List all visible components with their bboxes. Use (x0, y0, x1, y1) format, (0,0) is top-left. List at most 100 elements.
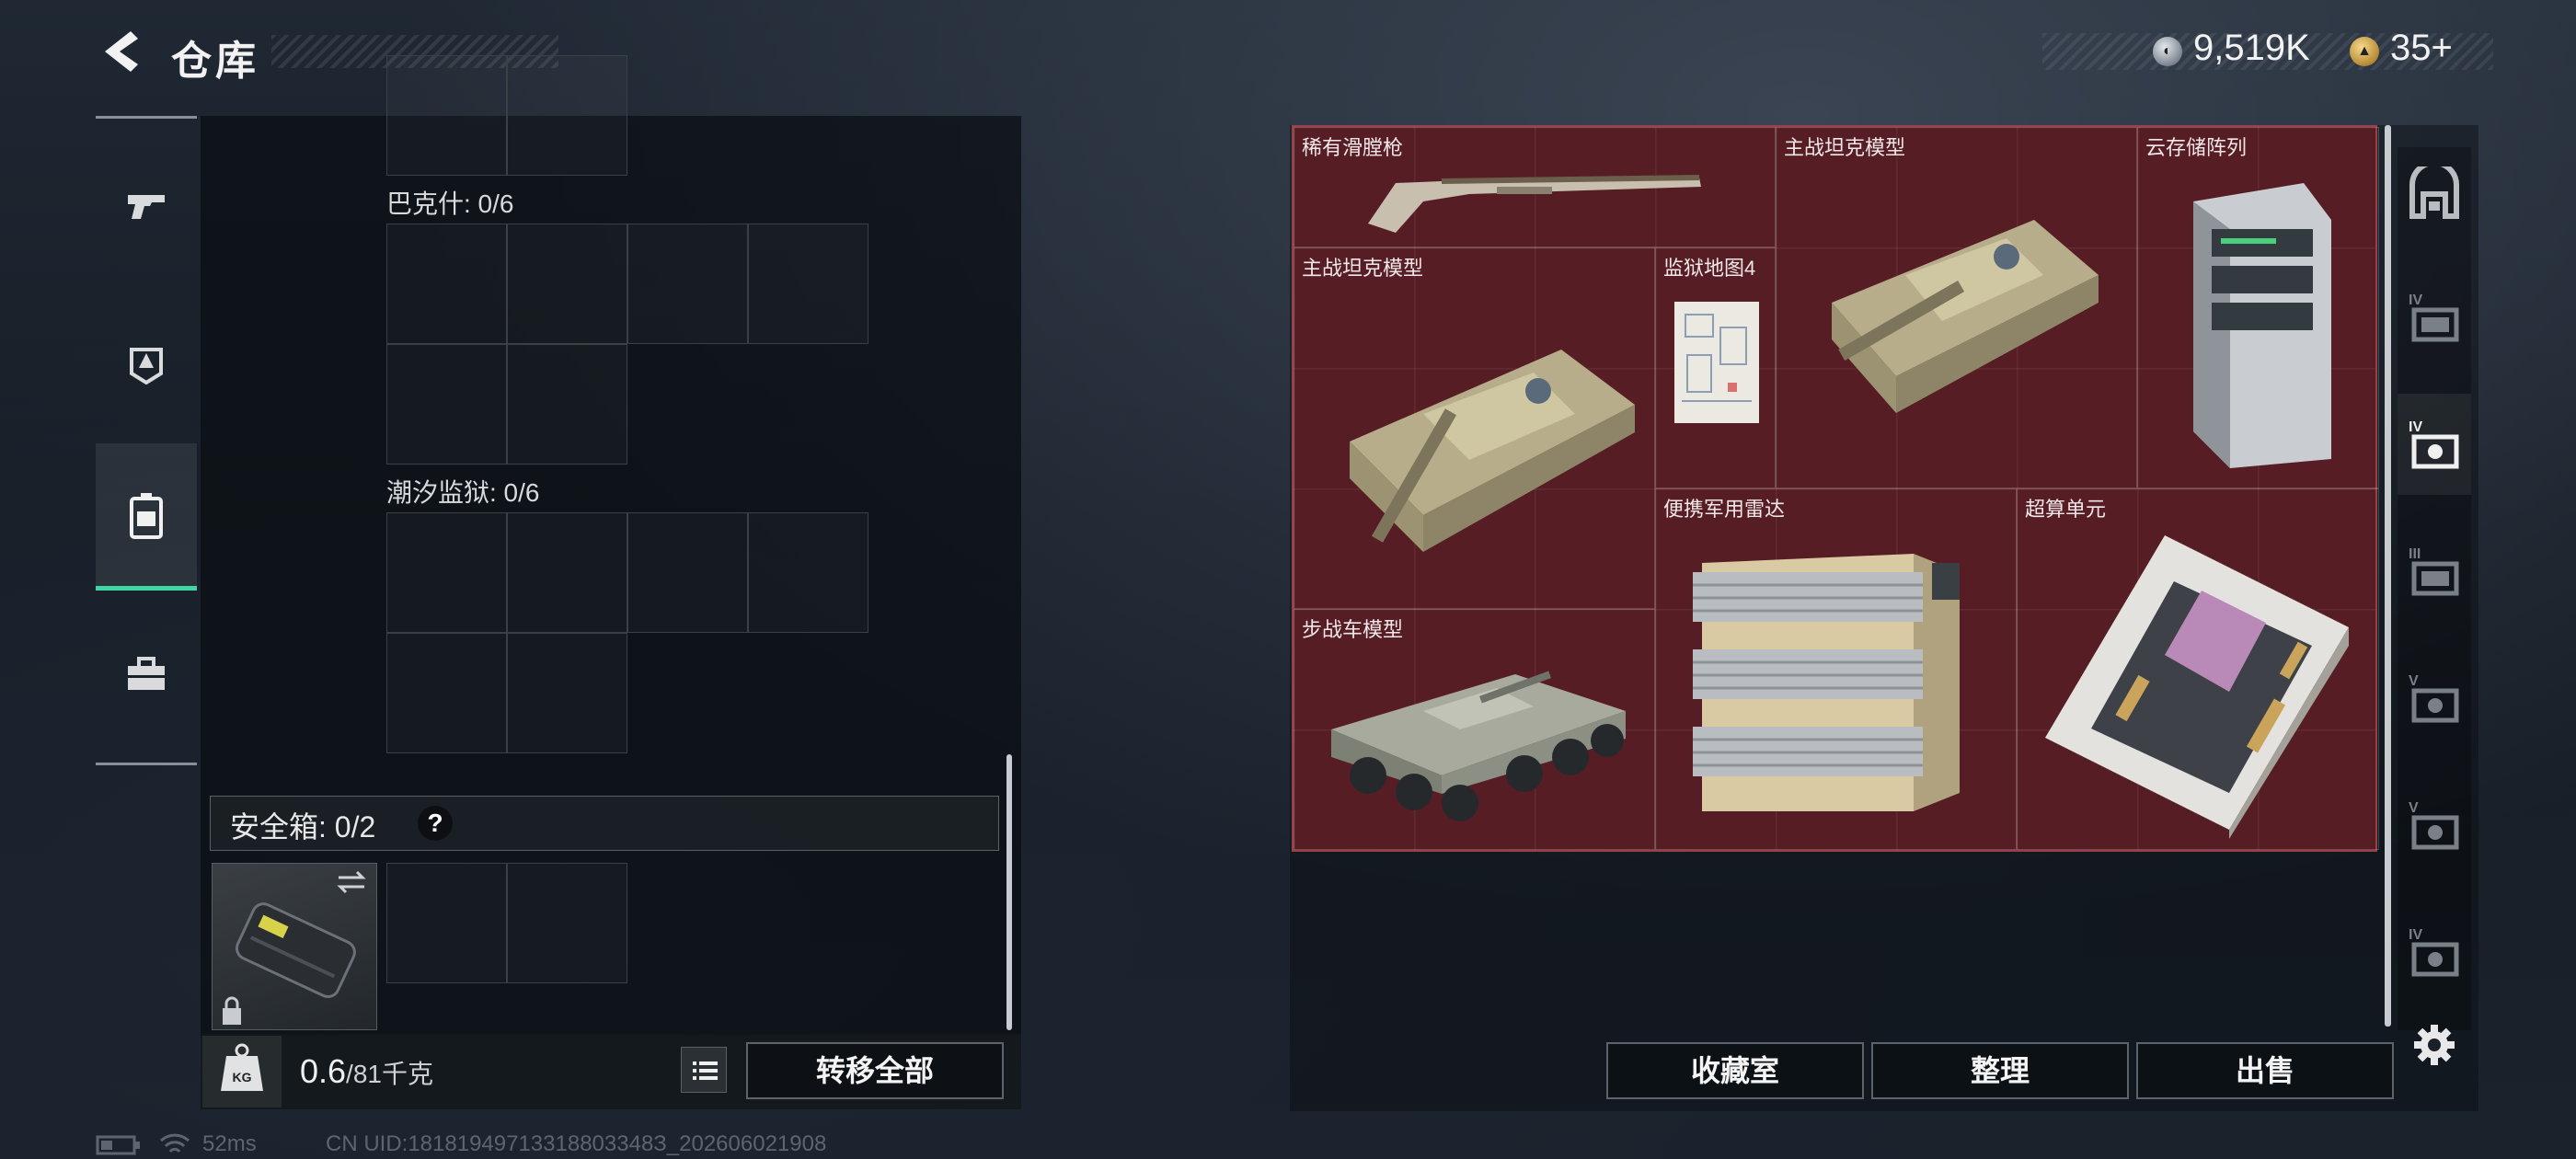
svg-text:IV: IV (2409, 293, 2422, 308)
rail-item-weapons[interactable] (96, 153, 197, 259)
tank-icon (1832, 220, 2099, 413)
tier-v-case-icon: V (2409, 800, 2459, 850)
grid-slot[interactable] (386, 344, 507, 465)
section-label-bakhsh: 巴克什: 0/6 (386, 189, 514, 218)
container-tab-tier-iii[interactable]: III (2398, 521, 2471, 622)
stash-item-tank-model[interactable]: 主战坦克模型 (1776, 127, 2137, 488)
grid-slot[interactable] (748, 224, 868, 344)
musket-icon (1368, 175, 1701, 233)
item-label: 主战坦克模型 (1784, 136, 1906, 159)
grid-slot[interactable] (627, 224, 748, 344)
gear-icon[interactable] (2412, 1023, 2456, 1067)
container-tab-tier-iv-active[interactable]: IV (2398, 394, 2471, 495)
stash-scrollbar[interactable] (2385, 125, 2391, 1027)
help-icon[interactable]: ? (418, 806, 453, 841)
helmet-icon (130, 348, 163, 384)
grid-slot[interactable] (507, 344, 627, 465)
ifv-icon (1331, 671, 1626, 821)
grid-slot[interactable] (507, 633, 627, 753)
weight-icon-box: KG (202, 1036, 282, 1107)
item-label: 步战车模型 (1302, 618, 1404, 641)
svg-text:V: V (2409, 673, 2419, 689)
transfer-all-button[interactable]: 转移全部 (746, 1042, 1004, 1099)
container-grid-tidal-prison (386, 512, 870, 755)
weight-max: /81千克 (346, 1060, 433, 1088)
tier-iii-case-icon: III (2409, 546, 2459, 596)
inventory-scrollbar[interactable] (1006, 754, 1012, 1030)
sell-button[interactable]: 出售 (2136, 1042, 2394, 1099)
container-tab-tier-iv-2[interactable]: IV (2398, 901, 2471, 1003)
rail-item-backpack[interactable] (96, 443, 197, 591)
stash-item-supercomputer-unit[interactable]: 超算单元 (2017, 488, 2379, 850)
stash-item-portable-radar[interactable]: 便携军用雷达 (1655, 488, 2017, 850)
svg-text:III: III (2409, 546, 2421, 562)
item-label: 监狱地图4 (1663, 257, 1756, 280)
pistol-icon (128, 195, 165, 219)
safebox-label: 安全箱: 0/2 (230, 810, 376, 843)
grid-slot[interactable] (386, 863, 507, 983)
vault-button[interactable]: 收藏室 (1606, 1042, 1864, 1099)
gold-currency-value[interactable]: 35+ (2390, 28, 2453, 69)
grid-slot[interactable] (507, 55, 627, 176)
server-array-icon (2193, 183, 2331, 468)
item-label: 云存储阵列 (2145, 136, 2248, 159)
rail-item-toolbox[interactable] (96, 622, 197, 729)
container-tab-tier-iv[interactable]: IV (2398, 267, 2471, 368)
grid-slot[interactable] (386, 224, 507, 344)
uid-text: CN UID:18181949713318803348З_20260602190… (326, 1131, 827, 1156)
section-label-tidal-prison: 潮汐监狱: 0/6 (386, 478, 540, 507)
item-label: 便携军用雷达 (1663, 498, 1786, 521)
rail-item-armor[interactable] (96, 309, 197, 416)
grid-slot[interactable] (386, 633, 507, 753)
toolbox-icon (128, 657, 165, 690)
safebox-grid (386, 863, 629, 983)
weight-readout: 0.6/81千克 (300, 1052, 433, 1091)
svg-text:IV: IV (2409, 419, 2422, 435)
home-vault-icon (2409, 166, 2459, 219)
tier-iv-case-icon: IV (2409, 293, 2459, 342)
grid-slot[interactable] (507, 224, 627, 344)
silver-coin-icon: ◐ (2153, 37, 2182, 66)
container-tab-tier-v[interactable]: V (2398, 648, 2471, 749)
stash-item-prison-map[interactable]: 监狱地图4 (1655, 247, 1776, 488)
backpack-icon (130, 492, 163, 539)
grid-slot[interactable] (627, 512, 748, 633)
grid-slot[interactable] (507, 512, 627, 633)
wifi-icon (159, 1133, 190, 1153)
back-arrow-icon[interactable] (96, 26, 147, 77)
list-icon (693, 1061, 718, 1080)
sort-button[interactable]: 整理 (1871, 1042, 2129, 1099)
stash-item-cloud-storage[interactable]: 云存储阵列 (2137, 127, 2379, 488)
container-grid-top (386, 55, 629, 177)
kg-weight-icon: KG (221, 1043, 263, 1091)
battery-icon (96, 1135, 140, 1155)
grid-slot[interactable] (507, 863, 627, 983)
grid-slot[interactable] (386, 512, 507, 633)
grid-slot[interactable] (386, 55, 507, 176)
tier-v-case-icon: V (2409, 673, 2459, 723)
stash-item-musket[interactable]: 稀有滑膛枪 (1294, 127, 1776, 247)
container-tab-tier-v-2[interactable]: V (2398, 775, 2471, 876)
svg-text:V: V (2409, 800, 2419, 816)
svg-text:IV: IV (2409, 927, 2422, 943)
tier-iv-case-icon: IV (2409, 927, 2459, 977)
page-title: 仓库 (171, 39, 259, 84)
map-icon (1674, 302, 1759, 423)
swap-icon[interactable] (335, 868, 368, 896)
tier-iv-case-active-icon: IV (2409, 419, 2459, 469)
container-tab-main-stash[interactable] (2398, 143, 2471, 245)
latency-text: 52ms (202, 1131, 257, 1156)
gold-coin-icon: ▲ (2350, 37, 2379, 66)
lock-icon (223, 996, 241, 1025)
stash-item-tank-model[interactable]: 主战坦克模型 (1294, 247, 1655, 609)
weight-current: 0.6 (300, 1052, 347, 1090)
svg-text:KG: KG (233, 1070, 252, 1084)
item-label: 主战坦克模型 (1302, 257, 1424, 280)
tank-icon (1350, 350, 1635, 552)
silver-currency-value: 9,519K (2193, 28, 2310, 68)
stash-grid: 稀有滑膛枪 主战坦克模型 云存储阵列 主战坦克模型 监狱地图4 便携军用雷达 超… (1292, 125, 2379, 852)
stash-item-ifv-model[interactable]: 步战车模型 (1294, 609, 1655, 850)
grid-slot[interactable] (748, 512, 868, 633)
circuit-board-icon (2045, 535, 2349, 839)
list-view-button[interactable] (681, 1047, 727, 1093)
